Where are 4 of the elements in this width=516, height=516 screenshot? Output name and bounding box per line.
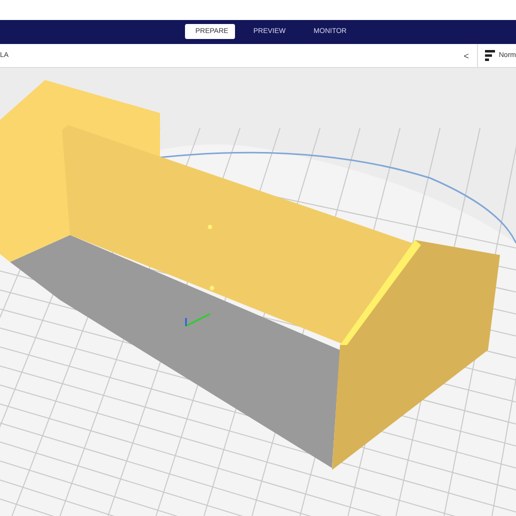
axis-icon <box>185 313 210 327</box>
collapse-button[interactable]: < <box>460 50 473 60</box>
model-drawing[interactable] <box>0 80 500 470</box>
settings-lines-icon <box>484 50 495 61</box>
